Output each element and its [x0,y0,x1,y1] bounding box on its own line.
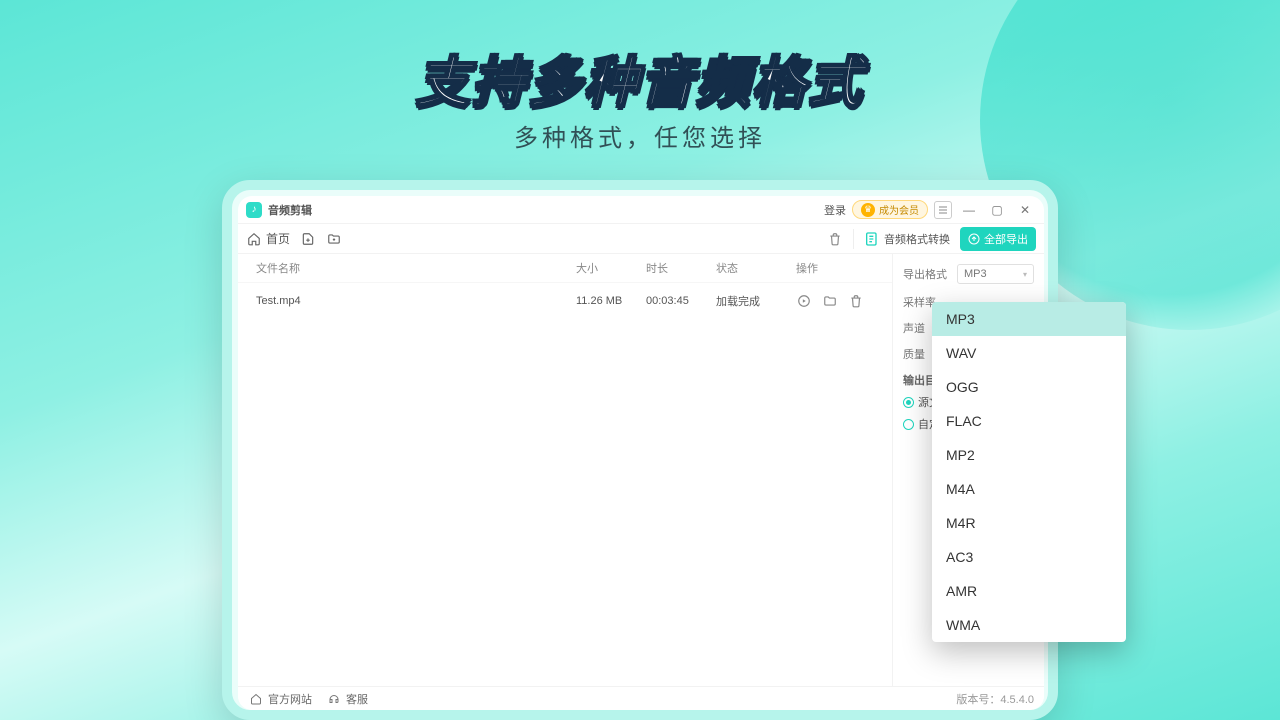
become-vip-button[interactable]: ♛ 成为会员 [852,200,928,219]
cell-size: 11.26 MB [576,295,646,307]
col-size: 大小 [576,260,646,276]
support-label: 客服 [346,691,368,707]
format-dropdown[interactable]: MP3WAVOGGFLACMP2M4AM4RAC3AMRWMA [932,302,1126,642]
feature-label: 音频格式转换 [884,231,950,247]
official-site-link[interactable]: 官方网站 [248,691,312,707]
format-option-mp3[interactable]: MP3 [932,302,1126,336]
home-label: 首页 [266,230,290,247]
table-row[interactable]: Test.mp4 11.26 MB 00:03:45 加载完成 [238,283,892,319]
vip-label: 成为会员 [879,202,919,217]
table-header: 文件名称 大小 时长 状态 操作 [238,254,892,283]
export-format-value: MP3 [964,268,987,280]
col-duration: 时长 [646,260,716,276]
version: 版本号：4.5.4.0 [956,691,1034,707]
app-logo-icon [246,202,262,218]
menu-list-button[interactable] [934,201,952,219]
play-icon[interactable] [796,293,812,309]
format-option-amr[interactable]: AMR [932,574,1126,608]
col-ops: 操作 [796,260,874,276]
home-icon [246,231,262,247]
file-list: 文件名称 大小 时长 状态 操作 Test.mp4 11.26 MB 00:03… [238,254,892,686]
support-link[interactable]: 客服 [326,691,368,707]
cell-duration: 00:03:45 [646,295,716,307]
format-option-ogg[interactable]: OGG [932,370,1126,404]
window-minimize-button[interactable]: — [958,203,980,217]
format-option-wma[interactable]: WMA [932,608,1126,642]
export-format-select[interactable]: MP3 ▾ [957,264,1034,284]
export-format-label: 导出格式 [903,266,951,282]
chevron-down-icon: ▾ [1023,270,1027,279]
format-option-ac3[interactable]: AC3 [932,540,1126,574]
radio-icon [903,397,914,408]
format-option-m4a[interactable]: M4A [932,472,1126,506]
window-close-button[interactable]: ✕ [1014,203,1036,217]
delete-button[interactable] [827,231,843,247]
convert-icon [864,231,880,247]
app-name: 音频剪辑 [268,202,312,218]
login-link[interactable]: 登录 [824,202,846,218]
headset-icon [326,691,342,707]
col-status: 状态 [716,260,796,276]
hero-title: 支持多种音频格式 [0,38,1280,117]
cell-ops [796,293,874,309]
add-file-icon[interactable] [300,231,316,247]
crown-icon: ♛ [861,203,875,217]
row-delete-icon[interactable] [848,293,864,309]
format-option-m4r[interactable]: M4R [932,506,1126,540]
radio-icon [903,419,914,430]
add-folder-icon[interactable] [326,231,342,247]
open-folder-icon[interactable] [822,293,838,309]
export-all-button[interactable]: 全部导出 [960,227,1036,251]
content: 文件名称 大小 时长 状态 操作 Test.mp4 11.26 MB 00:03… [238,254,1044,686]
home-icon [248,691,264,707]
cell-status: 加载完成 [716,293,796,309]
hero-subtitle: 多种格式，任您选择 [0,118,1280,153]
window-maximize-button[interactable]: ▢ [986,203,1008,217]
cell-name: Test.mp4 [256,295,576,307]
format-option-flac[interactable]: FLAC [932,404,1126,438]
format-option-wav[interactable]: WAV [932,336,1126,370]
home-tab[interactable]: 首页 [246,230,290,247]
feature-chip: 音频格式转换 [864,231,950,247]
export-all-label: 全部导出 [984,231,1028,247]
app-window: 音频剪辑 登录 ♛ 成为会员 — ▢ ✕ 首页 [238,196,1044,710]
format-option-mp2[interactable]: MP2 [932,438,1126,472]
official-label: 官方网站 [268,691,312,707]
col-name: 文件名称 [256,260,576,276]
toolbar: 首页 音频格式转换 全部导出 [238,224,1044,254]
statusbar: 官方网站 客服 版本号：4.5.4.0 [238,686,1044,710]
titlebar: 音频剪辑 登录 ♛ 成为会员 — ▢ ✕ [238,196,1044,224]
